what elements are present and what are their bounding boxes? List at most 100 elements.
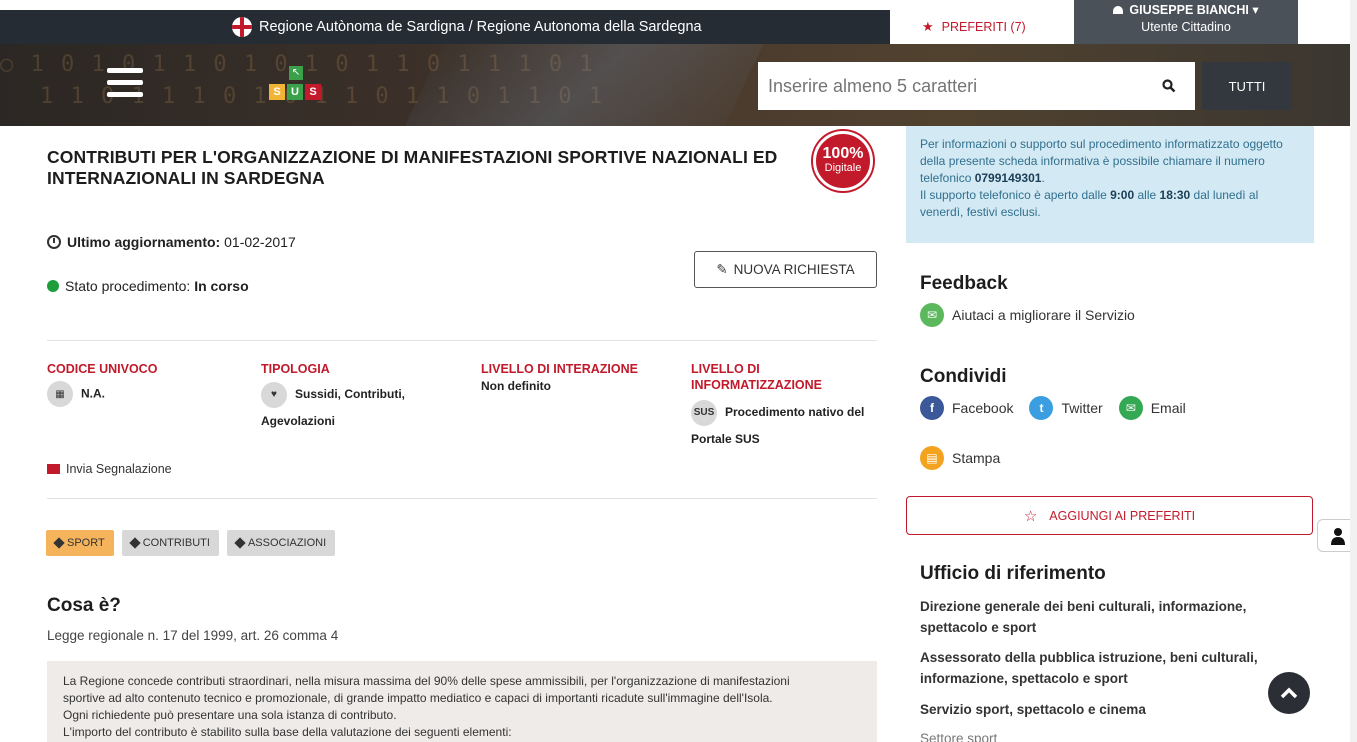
tag-contributi[interactable]: CONTRIBUTI <box>121 530 219 556</box>
description-line: L'importo del contributo è stabilito sul… <box>63 725 512 739</box>
law-reference: Legge regionale n. 17 del 1999, art. 26 … <box>47 628 339 643</box>
meta-heading: LIVELLO DI INFORMATIZZAZIONE <box>691 362 822 392</box>
description-line: sportive ad alto contenuto tecnico e pro… <box>63 691 773 705</box>
add-favorites-label: AGGIUNGI AI PREFERITI <box>1049 508 1196 523</box>
share-email[interactable]: ✉ Email <box>1118 396 1186 420</box>
user-name: GIUSEPPE BIANCHI <box>1129 3 1249 17</box>
facebook-icon: f <box>920 396 944 420</box>
share-label: Twitter <box>1061 400 1103 416</box>
meta-interazione: LIVELLO DI INTERAZIONE Non definito <box>481 361 661 393</box>
meta-tipologia: TIPOLOGIA ♥ Sussidi, Contributi, Agevolaz… <box>261 361 451 434</box>
description-line: Ogni richiedente può presentare una sola… <box>63 708 397 722</box>
sus-logo[interactable]: ↖ S U S <box>269 66 329 106</box>
region-title[interactable]: Regione Autònoma de Sardigna / Regione A… <box>232 10 792 44</box>
meta-heading: LIVELLO DI INTERAZIONE <box>481 362 638 376</box>
user-name-row: GIUSEPPE BIANCHI ▾ <box>1074 2 1298 17</box>
user-icon <box>1113 6 1124 14</box>
search-button[interactable] <box>1143 62 1195 110</box>
new-request-label: NUOVA RICHIESTA <box>733 262 855 277</box>
tag-icon <box>53 537 65 549</box>
office-item[interactable]: Direzione generale dei beni culturali, i… <box>920 596 1300 638</box>
favorites-label: PREFERITI (7) <box>941 20 1026 34</box>
scrollbar[interactable] <box>1350 0 1357 742</box>
star-icon: ★ <box>922 19 934 34</box>
office-sector[interactable]: Settore sport <box>920 731 997 742</box>
report-link[interactable]: Invia Segnalazione <box>47 462 172 476</box>
twitter-icon: t <box>1029 396 1054 420</box>
logo-arrow-icon: ↖ <box>289 66 303 80</box>
share-label: Email <box>1150 400 1186 416</box>
tutti-button[interactable]: TUTTI <box>1202 62 1292 110</box>
office-title: Ufficio di riferimento <box>920 563 1106 584</box>
status-value: In corso <box>194 278 249 294</box>
description-line: La Regione concede contributi straordina… <box>63 674 790 688</box>
clock-icon <box>47 235 61 249</box>
time-to: 18:30 <box>1159 188 1191 202</box>
search-icon <box>1162 79 1176 93</box>
share-twitter[interactable]: t Twitter <box>1029 396 1103 420</box>
chevron-down-icon: ▾ <box>1252 3 1259 17</box>
digital-badge-label: Digitale <box>824 162 862 174</box>
chevron-up-icon <box>1280 687 1298 699</box>
tag-list: SPORT CONTRIBUTI ASSOCIAZIONI <box>46 530 336 556</box>
search-input[interactable] <box>758 62 1143 110</box>
qr-code-icon: ▦ <box>47 381 73 407</box>
tag-associazioni[interactable]: ASSOCIAZIONI <box>226 530 336 556</box>
favorites-link[interactable]: ★ PREFERITI (7) <box>890 10 1074 44</box>
report-label: Invia Segnalazione <box>66 462 172 476</box>
envelope-icon <box>47 464 60 474</box>
digital-badge: 100% Digitale <box>813 131 873 191</box>
last-update-value: 01-02-2017 <box>224 234 296 250</box>
print-label: Stampa <box>952 450 1001 466</box>
office-item[interactable]: Assessorato della pubblica istruzione, b… <box>920 647 1300 689</box>
hamburger-menu-icon[interactable] <box>107 68 143 98</box>
logo-tile: S <box>269 84 285 100</box>
share-row: f Facebook t Twitter ✉ Email <box>920 396 1202 420</box>
time-from: 9:00 <box>1110 188 1135 202</box>
last-update-label: Ultimo aggiornamento: <box>67 234 221 250</box>
status-dot-icon <box>47 280 59 292</box>
print-link[interactable]: ▤ Stampa <box>920 446 1000 470</box>
meta-heading: CODICE UNIVOCO <box>47 362 158 376</box>
user-icon <box>1330 527 1345 545</box>
meta-informatizzazione: LIVELLO DI INFORMATIZZAZIONE SUS Procedim… <box>691 361 881 452</box>
logo-tile: U <box>287 84 303 100</box>
email-icon: ✉ <box>1118 396 1143 420</box>
light-ray-decoration <box>387 44 773 126</box>
feedback-link-label: Aiutaci a migliorare il Servizio <box>952 307 1135 323</box>
tag-icon <box>129 537 141 549</box>
status-label: Stato procedimento: <box>65 278 191 294</box>
tag-icon <box>234 537 246 549</box>
meta-value: Procedimento nativo del Portale SUS <box>691 405 865 446</box>
divider <box>47 498 877 499</box>
office-item[interactable]: Servizio sport, spettacolo e cinema <box>920 699 1300 720</box>
digital-badge-percent: 100% <box>822 145 864 162</box>
add-favorites-button[interactable]: ☆ AGGIUNGI AI PREFERITI <box>906 496 1313 535</box>
divider <box>47 340 877 341</box>
pencil-icon: ✎ <box>716 261 728 277</box>
user-role: Utente Cittadino <box>1141 20 1231 34</box>
region-title-text: Regione Autònoma de Sardigna / Regione A… <box>259 19 702 35</box>
support-info-box: Per informazioni o supporto sul procedim… <box>906 126 1314 243</box>
scroll-to-top-button[interactable] <box>1268 672 1310 714</box>
page-title: CONTRIBUTI PER L'ORGANIZZAZIONE DI MANIF… <box>47 147 778 188</box>
meta-codice: CODICE UNIVOCO ▦ N.A. <box>47 361 237 407</box>
user-menu[interactable]: GIUSEPPE BIANCHI ▾ Utente Cittadino <box>1074 0 1298 44</box>
tag-label: ASSOCIAZIONI <box>247 537 327 549</box>
share-facebook[interactable]: f Facebook <box>920 396 1013 420</box>
feedback-link[interactable]: ✉ Aiutaci a migliorare il Servizio <box>920 303 1135 327</box>
sardinia-seal-icon <box>232 17 252 37</box>
print-icon: ▤ <box>920 446 944 470</box>
tag-sport[interactable]: SPORT <box>46 530 114 556</box>
info-text: Il supporto telefonico è aperto dalle <box>920 188 1111 202</box>
tag-label: SPORT <box>67 537 105 549</box>
sus-badge-icon: SUS <box>691 399 717 426</box>
new-request-button[interactable]: ✎ NUOVA RICHIESTA <box>694 251 877 288</box>
info-text: alle <box>1134 188 1160 202</box>
star-outline-icon: ☆ <box>1023 507 1038 525</box>
tag-label: CONTRIBUTI <box>142 537 210 549</box>
procedure-status: Stato procedimento: In corso <box>47 278 249 294</box>
feedback-icon: ✉ <box>920 303 944 327</box>
hand-heart-icon: ♥ <box>261 381 287 408</box>
top-bar: Regione Autònoma de Sardigna / Regione A… <box>0 0 1357 44</box>
